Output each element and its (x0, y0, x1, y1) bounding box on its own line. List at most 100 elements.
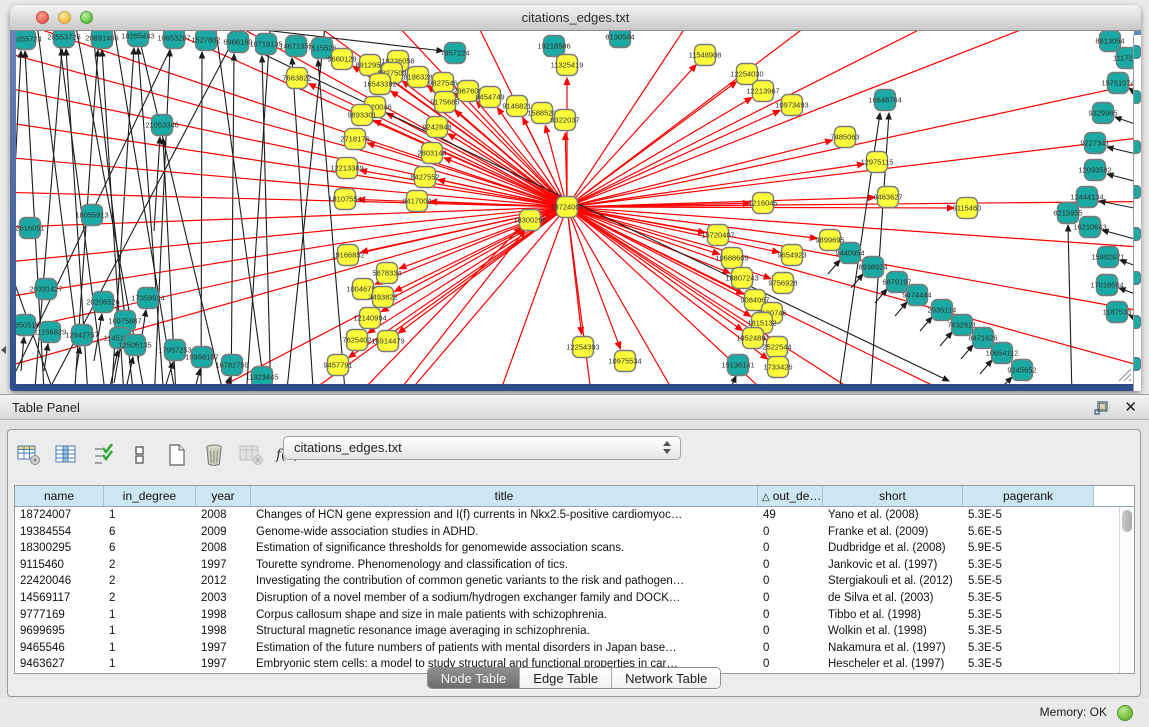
select-all-icon[interactable] (90, 442, 116, 468)
column-header-title[interactable]: title (251, 486, 758, 506)
cited-node[interactable]: 9893301 (347, 105, 376, 126)
cited-node[interactable]: 10688609 (715, 248, 748, 269)
paper-node[interactable]: 6966160 (223, 32, 252, 53)
table-row[interactable]: 946554611997Estimation of the future num… (15, 640, 1134, 657)
cited-node[interactable]: 1733426 (763, 357, 792, 378)
paper-node[interactable]: 12093582 (1078, 160, 1111, 181)
window-titlebar[interactable]: citations_edges.txt (10, 5, 1141, 31)
paper-node[interactable]: 17016504 (1090, 275, 1123, 296)
cited-node[interactable]: 9660128 (327, 49, 356, 70)
panel-collapse-arrow[interactable] (1, 346, 6, 354)
table-row[interactable]: 1938455462009Genome-wide association stu… (15, 524, 1134, 541)
tab-node-table[interactable]: Node Table (428, 668, 520, 688)
cited-node[interactable]: 3493822 (368, 287, 397, 308)
paper-node[interactable]: 9227341 (1080, 133, 1109, 154)
column-header-pagerank[interactable]: pagerank (963, 486, 1094, 506)
paper-node[interactable]: 18265443 (121, 31, 154, 47)
column-header-year[interactable]: year (196, 486, 251, 506)
table-row[interactable]: 977716911998Corpus callosum shape and si… (15, 607, 1134, 624)
paper-node[interactable]: 10719135 (249, 34, 282, 55)
table-mode-icon[interactable] (16, 442, 42, 468)
resize-grip[interactable] (1116, 366, 1132, 382)
cited-node[interactable]: 8454749 (475, 87, 504, 108)
cited-node[interactable]: 9175685 (430, 92, 459, 113)
paper-node[interactable]: 8938924 (858, 257, 887, 278)
cited-node[interactable]: 9242848 (422, 117, 451, 138)
scrollbar-thumb[interactable] (1122, 510, 1132, 532)
cited-node[interactable]: 19166852 (331, 245, 364, 266)
paper-node[interactable]: 2616051 (16, 218, 45, 239)
network-canvas-area[interactable]: 1405572420553726208914061826544310653287… (16, 31, 1134, 384)
cited-node[interactable]: 7663822 (282, 68, 311, 89)
paper-node[interactable]: 11323445 (246, 367, 279, 385)
table-row[interactable]: 911546021997Tourette syndrome. Phenomeno… (15, 557, 1134, 574)
paper-node[interactable]: 9329965 (1088, 103, 1117, 124)
cited-node[interactable]: 9457791 (323, 355, 352, 376)
paper-node[interactable]: 18055913 (75, 205, 108, 226)
paper-node[interactable]: 15136141 (721, 355, 754, 376)
paper-node[interactable]: 15992971 (1091, 247, 1124, 268)
new-column-icon[interactable] (164, 442, 190, 468)
column-header-name[interactable]: name (15, 486, 104, 506)
delete-column-icon[interactable] (201, 442, 227, 468)
column-header-in-degree[interactable]: in_degree (104, 486, 196, 506)
cited-node[interactable]: 12254393 (566, 337, 599, 358)
cited-node[interactable]: 2718176 (340, 129, 369, 150)
cited-node[interactable]: 18807243 (725, 268, 758, 289)
close-panel-icon[interactable]: ✕ (1124, 398, 1137, 416)
paper-node[interactable]: 16648784 (868, 90, 901, 111)
cited-node[interactable]: 11325419 (551, 55, 584, 76)
table-row[interactable]: 1830029562008Estimation of significance … (15, 540, 1134, 557)
paper-node[interactable]: 8130544 (605, 31, 634, 48)
table-row[interactable]: 969969511998Structural magnetic resonanc… (15, 623, 1134, 640)
network-table-selector[interactable]: citations_edges.txt (283, 436, 681, 460)
cited-node[interactable]: 5878334 (372, 263, 401, 284)
tab-edge-table[interactable]: Edge Table (519, 668, 611, 688)
paper-node[interactable]: 8215955 (1053, 203, 1082, 224)
cited-node[interactable]: 10975534 (608, 351, 641, 372)
column-header-short[interactable]: short (823, 486, 963, 506)
paper-node[interactable]: 9245652 (1007, 360, 1036, 381)
cited-node[interactable]: 9463627 (873, 187, 902, 208)
tab-network-table[interactable]: Network Table (611, 668, 720, 688)
cited-node[interactable]: 7625402 (342, 330, 371, 351)
table-vertical-scrollbar[interactable] (1119, 507, 1134, 673)
cited-node[interactable]: 18107554 (328, 189, 361, 210)
cited-node[interactable]: 7485063 (830, 127, 859, 148)
paper-node[interactable]: 1187533 (1103, 302, 1132, 323)
paper-node[interactable]: 10653287 (157, 31, 190, 49)
paper-node[interactable]: 1527802 (191, 31, 220, 51)
memory-status-icon[interactable] (1117, 705, 1133, 721)
table-row[interactable]: 2242004622012Investigating the contribut… (15, 573, 1134, 590)
paper-node[interactable]: 20553726 (47, 31, 80, 48)
paper-node[interactable]: 20391427 (29, 279, 62, 300)
table-row[interactable]: 1456911722003Disruption of a novel membe… (15, 590, 1134, 607)
paper-node[interactable]: 7957224 (440, 43, 469, 64)
clear-selection-icon[interactable] (127, 442, 153, 468)
cited-node[interactable]: 9756928 (768, 273, 797, 294)
delete-table-icon[interactable] (238, 442, 264, 468)
cited-node[interactable]: 9417004 (402, 191, 431, 212)
column-header-out-de-[interactable]: △out_de… (758, 486, 823, 506)
show-columns-icon[interactable] (53, 442, 79, 468)
cited-node[interactable]: 9654923 (777, 245, 806, 266)
table-row[interactable]: 1872400712008Changes of HCN gene express… (15, 507, 1134, 524)
cited-node[interactable]: 9322037 (550, 110, 579, 131)
network-canvas[interactable]: 1405572420553726208914061826544310653287… (16, 31, 1134, 384)
cited-node[interactable]: 10973493 (775, 95, 808, 116)
cited-node[interactable]: 2522544 (762, 337, 791, 358)
cited-node[interactable]: 12975115 (861, 152, 894, 173)
cited-node[interactable]: 9899695 (815, 230, 844, 251)
cited-node[interactable]: 9115460 (953, 198, 982, 219)
paper-node[interactable]: 16782759 (215, 355, 248, 376)
cited-node[interactable]: 2803144 (417, 143, 446, 164)
cited-node[interactable]: 11548908 (689, 45, 722, 66)
paper-node[interactable]: 17359924 (131, 288, 164, 309)
cited-node[interactable]: 12140994 (353, 308, 386, 329)
paper-node[interactable]: 21053346 (145, 115, 178, 136)
cited-node[interactable]: 1216045 (748, 193, 777, 214)
paper-node[interactable]: 9474444 (902, 285, 931, 306)
cited-node[interactable]: 16914479 (371, 331, 404, 352)
float-panel-icon[interactable] (1093, 400, 1109, 416)
cited-node[interactable]: 8427552 (410, 167, 439, 188)
